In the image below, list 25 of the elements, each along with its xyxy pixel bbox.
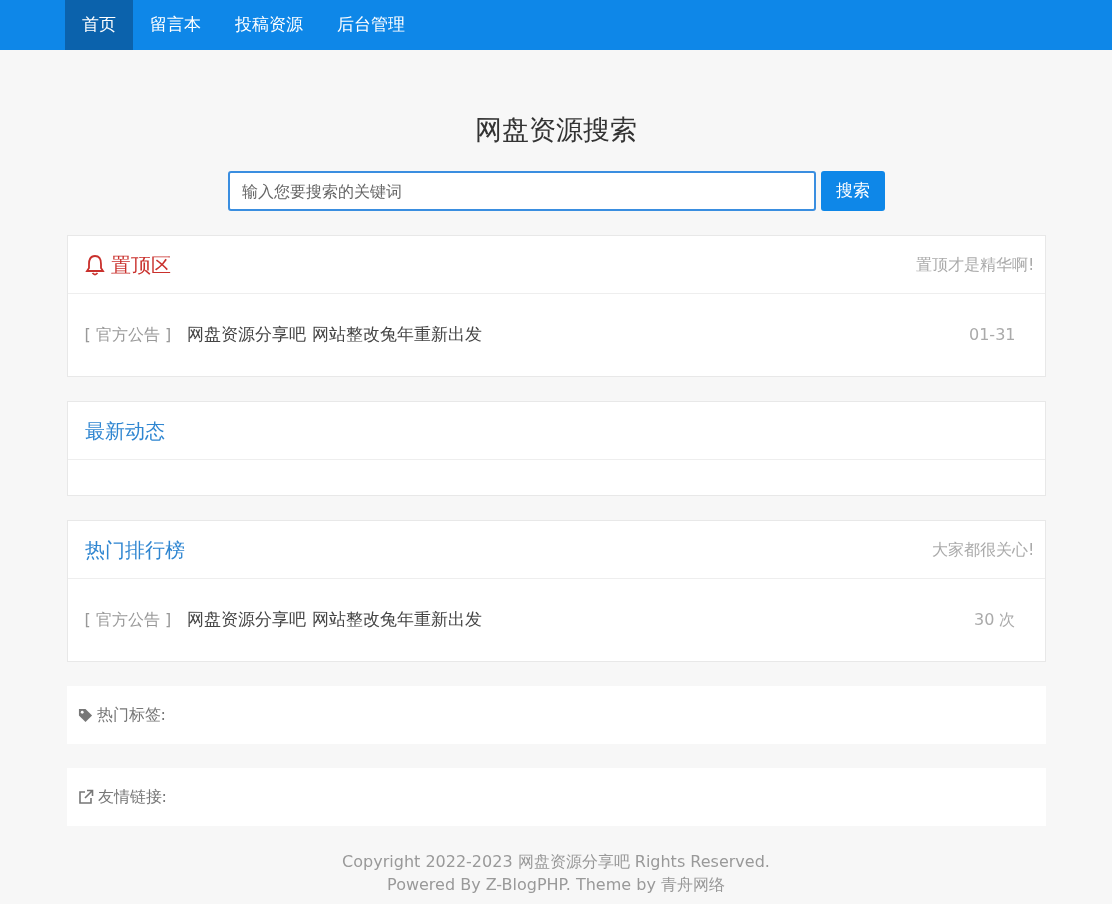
- post-meta: 01-31: [969, 324, 1016, 346]
- tag-icon: [77, 707, 93, 723]
- panel-subtitle: 大家都很关心!: [932, 538, 1035, 561]
- nav-link[interactable]: 后台管理: [320, 0, 422, 50]
- panel-title: 热门排行榜: [84, 536, 185, 564]
- bell-icon: [84, 253, 105, 276]
- post-link[interactable]: 网盘资源分享吧 网站整改兔年重新出发: [187, 607, 975, 633]
- external-link-icon: [77, 789, 94, 805]
- nav-link[interactable]: 首页: [65, 0, 133, 50]
- panel-title: 置顶区: [110, 251, 171, 279]
- post-meta: 30 次: [974, 609, 1016, 631]
- page-heading: 网盘资源搜索: [475, 113, 637, 147]
- panel-subtitle: 置顶才是精华啊!: [916, 253, 1035, 276]
- search-button[interactable]: 搜索: [820, 171, 885, 211]
- box-label: 热门标签:: [96, 704, 166, 726]
- search-field[interactable]: 输入您要搜索的关键词: [227, 171, 816, 211]
- panel-title: 最新动态: [84, 417, 165, 445]
- nav-link[interactable]: 留言本: [133, 0, 218, 50]
- footer-text: Powered By Z-BlogPHP. Theme by 青舟网络: [387, 874, 725, 896]
- footer-text: Copyright 2022-2023 网盘资源分享吧 Rights Reserved.: [342, 851, 770, 873]
- box-label: 友情链接:: [97, 786, 167, 808]
- category-label: [ 官方公告 ]: [84, 324, 172, 346]
- post-link[interactable]: 网盘资源分享吧 网站整改兔年重新出发: [187, 322, 969, 348]
- category-label: [ 官方公告 ]: [84, 609, 172, 631]
- nav-link[interactable]: 投稿资源: [218, 0, 320, 50]
